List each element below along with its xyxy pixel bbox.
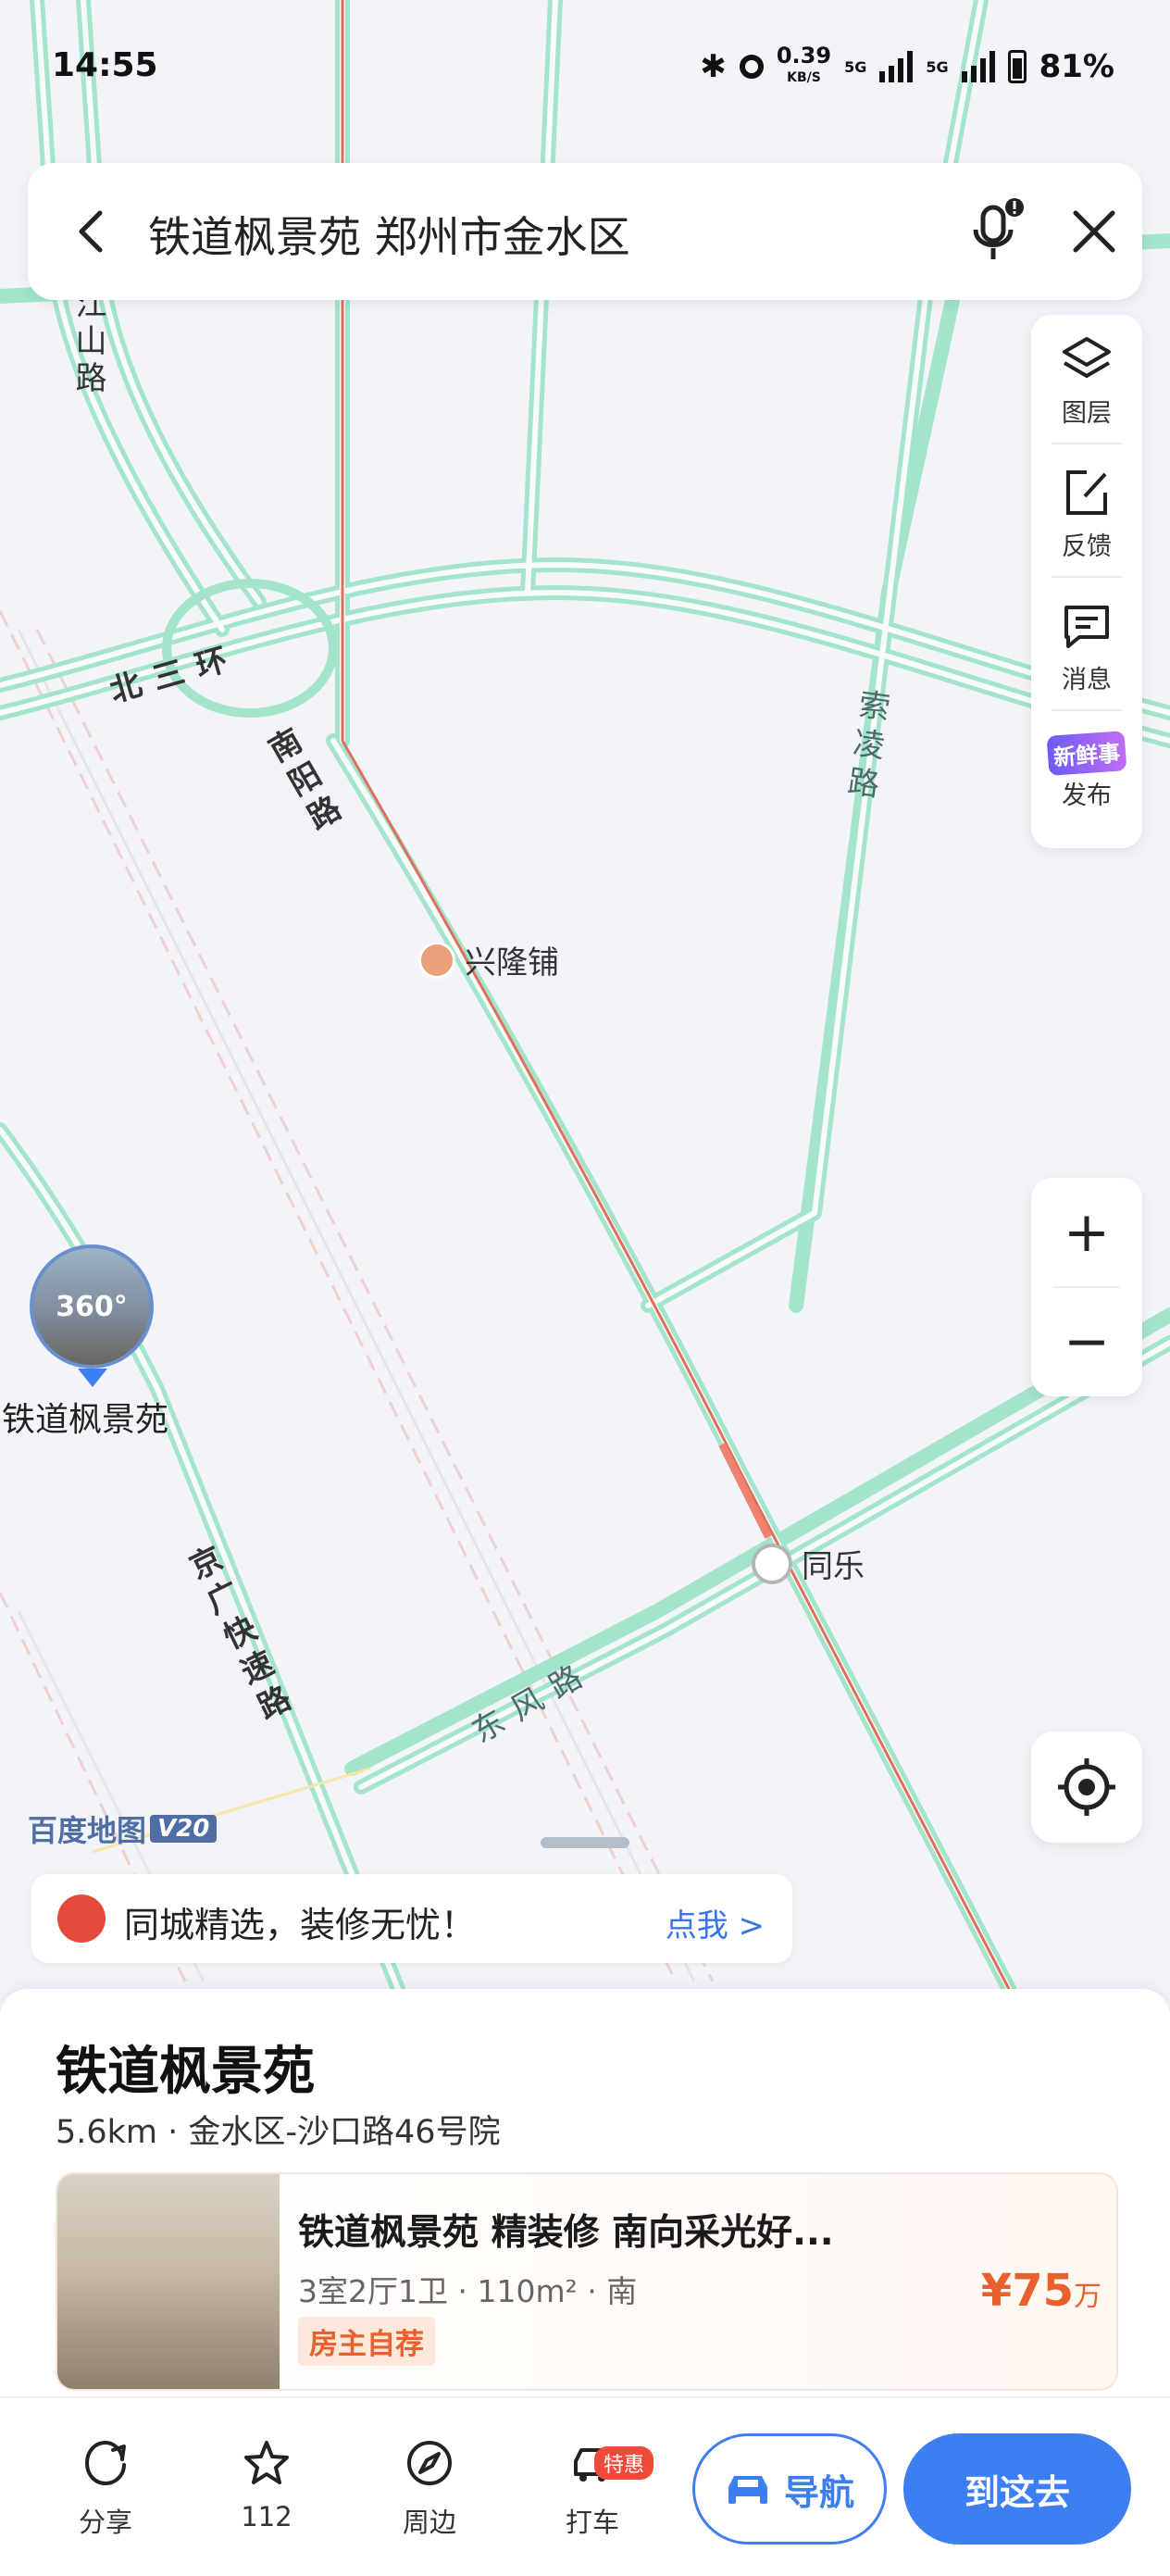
go-here-button[interactable]: 到这去 xyxy=(903,2433,1131,2545)
favorite-button[interactable]: 112 xyxy=(202,2437,331,2532)
poi-label: 兴隆铺 xyxy=(465,944,559,982)
sheet-drag-handle[interactable] xyxy=(541,1837,629,1848)
tool-publish[interactable]: 新鲜事 发布 xyxy=(1031,715,1142,844)
star-icon xyxy=(244,2441,289,2484)
back-icon[interactable] xyxy=(65,204,120,259)
zoom-in-button[interactable]: + xyxy=(1031,1178,1142,1287)
home-icon xyxy=(57,1894,106,1943)
network-speed: 0.39 KB/S xyxy=(776,43,832,85)
taxi-label: 打车 xyxy=(565,2507,619,2538)
crosshair-icon xyxy=(1058,1758,1115,1816)
compass-icon xyxy=(407,2441,452,2485)
status-time: 14:55 xyxy=(52,46,158,84)
share-button[interactable]: 分享 xyxy=(41,2437,170,2540)
tool-layers[interactable]: 图层 xyxy=(1031,315,1142,444)
microphone-icon[interactable] xyxy=(963,196,1027,267)
tool-label: 反馈 xyxy=(1062,532,1112,561)
tool-label: 图层 xyxy=(1062,399,1112,428)
pin-tip-icon xyxy=(78,1369,107,1387)
poi-xinglongpu[interactable]: 兴隆铺 xyxy=(418,937,559,982)
favorite-count: 112 xyxy=(241,2501,292,2532)
transfer-icon xyxy=(752,1543,792,1584)
layers-icon xyxy=(1063,337,1111,378)
locate-me-button[interactable] xyxy=(1031,1732,1142,1843)
bottom-action-bar: 分享 112 周边 特惠 打车 导航 到这去 xyxy=(0,2396,1170,2576)
share-icon xyxy=(84,2440,126,2486)
listing-price: ¥75万 xyxy=(980,2265,1102,2317)
listing-photo xyxy=(57,2174,280,2389)
plus-icon: + xyxy=(1063,1200,1111,1265)
battery-icon xyxy=(1007,50,1027,83)
search-query[interactable]: 铁道枫景苑 郑州市金水区 xyxy=(148,204,630,265)
location-marker[interactable]: 360° 铁道枫景苑 xyxy=(0,1244,194,1439)
metro-icon xyxy=(418,941,455,979)
feedback-icon xyxy=(1066,470,1107,515)
tool-label: 消息 xyxy=(1062,666,1112,694)
promo-banner[interactable]: 同城精选，装修无忧！ 点我 > xyxy=(31,1874,792,1963)
poi-label: 同乐 xyxy=(802,1548,865,1585)
nearby-button[interactable]: 周边 xyxy=(365,2437,494,2540)
bluetooth-icon: ✱ xyxy=(700,48,727,85)
minus-icon: − xyxy=(1063,1309,1111,1374)
message-icon xyxy=(1064,606,1109,648)
zoom-controls: + − xyxy=(1031,1178,1142,1396)
listing-spec: 3室2厅1卫 · 110m² · 南 xyxy=(298,2273,638,2309)
map-tool-panel: 图层 反馈 消息 新鲜事 发布 xyxy=(1031,315,1142,848)
signal-icon-2 xyxy=(961,51,995,82)
taxi-button[interactable]: 特惠 打车 xyxy=(528,2437,657,2540)
listing-title: 铁道枫景苑 精装修 南向采光好... xyxy=(298,2212,834,2254)
car-icon xyxy=(728,2476,767,2504)
deal-badge: 特惠 xyxy=(594,2446,654,2480)
panorama-thumb[interactable]: 360° xyxy=(30,1244,154,1369)
poi-tongle[interactable]: 同乐 xyxy=(752,1541,865,1586)
place-address: 5.6km · 金水区-沙口路46号院 xyxy=(56,2114,501,2151)
tool-label: 发布 xyxy=(1062,782,1112,810)
promo-text: 同城精选，装修无忧！ xyxy=(124,1905,477,1945)
search-bar[interactable]: 铁道枫景苑 郑州市金水区 xyxy=(28,163,1142,300)
battery-percent: 81% xyxy=(1039,48,1114,85)
nearby-label: 周边 xyxy=(402,2507,456,2538)
tool-feedback[interactable]: 反馈 xyxy=(1031,448,1142,578)
go-here-label: 到这去 xyxy=(964,2471,1070,2513)
network-type-2: 5G xyxy=(926,57,949,76)
share-label: 分享 xyxy=(78,2507,132,2538)
panorama-label: 360° xyxy=(56,1290,128,1323)
navigate-button[interactable]: 导航 xyxy=(692,2433,887,2545)
place-name: 铁道枫景苑 xyxy=(56,2042,315,2102)
signal-icon xyxy=(879,51,914,82)
listing-card[interactable]: 铁道枫景苑 精装修 南向采光好... 3室2厅1卫 · 110m² · 南 房主… xyxy=(56,2172,1118,2391)
new-post-icon: 新鲜事 xyxy=(1046,731,1127,776)
status-bar: 14:55 ✱ 0.39 KB/S 5G 5G 81% xyxy=(0,0,1170,139)
network-type-1: 5G xyxy=(844,57,867,76)
close-icon[interactable] xyxy=(1064,202,1124,261)
marker-label: 铁道枫景苑 xyxy=(2,1401,169,1439)
road-label-jiangshan: 江山路 xyxy=(69,287,106,398)
listing-tag: 房主自荐 xyxy=(298,2317,435,2366)
tool-message[interactable]: 消息 xyxy=(1031,581,1142,711)
location-icon xyxy=(739,55,764,79)
zoom-out-button[interactable]: − xyxy=(1031,1287,1142,1396)
promo-link[interactable]: 点我 > xyxy=(666,1900,765,1945)
navigate-label: 导航 xyxy=(783,2471,854,2513)
baidu-map-logo: 百度地图 V20 xyxy=(28,1807,218,1850)
